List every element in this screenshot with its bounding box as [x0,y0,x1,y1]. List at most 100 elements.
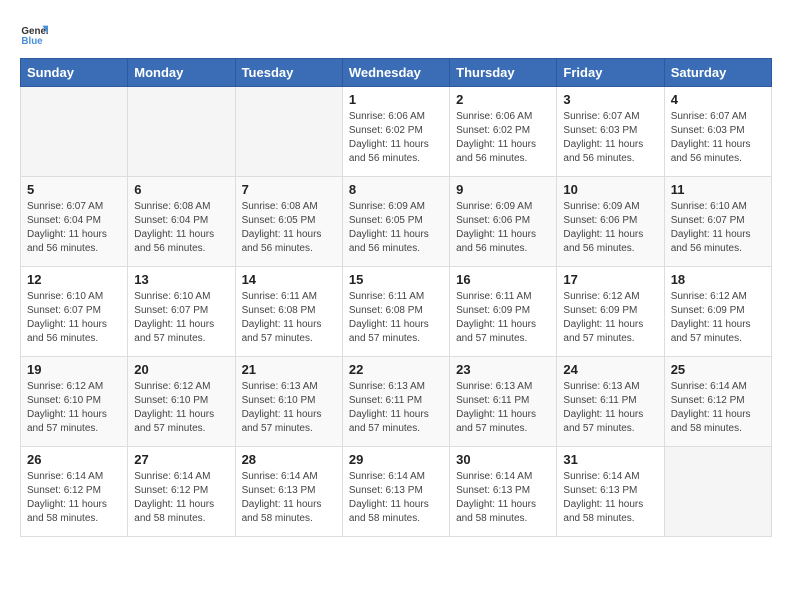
calendar-cell: 17 Sunrise: 6:12 AM Sunset: 6:09 PM Dayli… [557,267,664,357]
calendar-cell: 8 Sunrise: 6:09 AM Sunset: 6:05 PM Daylig… [342,177,449,267]
calendar-cell: 15 Sunrise: 6:11 AM Sunset: 6:08 PM Dayli… [342,267,449,357]
calendar-cell: 19Sunrise: 6:12 AM Sunset: 6:10 PM Dayli… [21,357,128,447]
day-number: 30 [456,452,550,467]
day-info: Sunrise: 6:10 AM Sunset: 6:07 PM Dayligh… [134,290,228,346]
calendar-cell: 30 Sunrise: 6:14 AM Sunset: 6:13 PM Dayli… [450,447,557,537]
day-info: Sunrise: 6:11 AM Sunset: 6:08 PM Dayligh… [349,290,443,346]
day-info: Sunrise: 6:13 AM Sunset: 6:11 PM Dayligh… [456,380,550,436]
calendar-cell: 2 Sunrise: 6:06 AM Sunset: 6:02 PM Daylig… [450,87,557,177]
day-info: Sunrise: 6:06 AM Sunset: 6:02 PM Dayligh… [456,110,550,166]
weekday-wednesday: Wednesday [342,59,449,87]
weekday-thursday: Thursday [450,59,557,87]
calendar-cell: 10 Sunrise: 6:09 AM Sunset: 6:06 PM Dayli… [557,177,664,267]
day-number: 12 [27,272,121,287]
day-number: 15 [349,272,443,287]
calendar-cell: 16 Sunrise: 6:11 AM Sunset: 6:09 PM Dayli… [450,267,557,357]
calendar-cell: 21 Sunrise: 6:13 AM Sunset: 6:10 PM Dayli… [235,357,342,447]
calendar-cell: 18Sunrise: 6:12 AM Sunset: 6:09 PM Dayli… [664,267,771,357]
day-info: Sunrise: 6:14 AM Sunset: 6:13 PM Dayligh… [349,470,443,526]
day-number: 23 [456,362,550,377]
day-info: Sunrise: 6:14 AM Sunset: 6:12 PM Dayligh… [671,380,765,436]
calendar-cell [235,87,342,177]
svg-text:Blue: Blue [21,36,43,47]
calendar-cell: 22 Sunrise: 6:13 AM Sunset: 6:11 PM Dayli… [342,357,449,447]
day-number: 7 [242,182,336,197]
calendar-cell: 9 Sunrise: 6:09 AM Sunset: 6:06 PM Daylig… [450,177,557,267]
day-number: 13 [134,272,228,287]
day-info: Sunrise: 6:14 AM Sunset: 6:13 PM Dayligh… [242,470,336,526]
day-info: Sunrise: 6:08 AM Sunset: 6:05 PM Dayligh… [242,200,336,256]
calendar-cell: 31 Sunrise: 6:14 AM Sunset: 6:13 PM Dayli… [557,447,664,537]
day-number: 16 [456,272,550,287]
day-number: 25 [671,362,765,377]
day-info: Sunrise: 6:07 AM Sunset: 6:03 PM Dayligh… [563,110,657,166]
day-info: Sunrise: 6:09 AM Sunset: 6:06 PM Dayligh… [563,200,657,256]
weekday-saturday: Saturday [664,59,771,87]
day-number: 29 [349,452,443,467]
day-number: 20 [134,362,228,377]
day-info: Sunrise: 6:13 AM Sunset: 6:11 PM Dayligh… [563,380,657,436]
day-info: Sunrise: 6:07 AM Sunset: 6:04 PM Dayligh… [27,200,121,256]
calendar-cell: 7 Sunrise: 6:08 AM Sunset: 6:05 PM Daylig… [235,177,342,267]
day-number: 21 [242,362,336,377]
day-info: Sunrise: 6:12 AM Sunset: 6:09 PM Dayligh… [563,290,657,346]
weekday-header-row: SundayMondayTuesdayWednesdayThursdayFrid… [21,59,772,87]
day-number: 6 [134,182,228,197]
calendar-cell: 28Sunrise: 6:14 AM Sunset: 6:13 PM Dayli… [235,447,342,537]
day-number: 1 [349,92,443,107]
calendar-cell [664,447,771,537]
day-number: 10 [563,182,657,197]
calendar-week-5: 26 Sunrise: 6:14 AM Sunset: 6:12 PM Dayli… [21,447,772,537]
day-info: Sunrise: 6:11 AM Sunset: 6:09 PM Dayligh… [456,290,550,346]
calendar-cell: 27Sunrise: 6:14 AM Sunset: 6:12 PM Dayli… [128,447,235,537]
day-number: 26 [27,452,121,467]
day-info: Sunrise: 6:12 AM Sunset: 6:09 PM Dayligh… [671,290,765,346]
calendar-week-4: 19Sunrise: 6:12 AM Sunset: 6:10 PM Dayli… [21,357,772,447]
header: General Blue [20,20,772,48]
calendar-cell [21,87,128,177]
calendar-week-2: 5 Sunrise: 6:07 AM Sunset: 6:04 PM Daylig… [21,177,772,267]
day-info: Sunrise: 6:09 AM Sunset: 6:06 PM Dayligh… [456,200,550,256]
day-info: Sunrise: 6:07 AM Sunset: 6:03 PM Dayligh… [671,110,765,166]
day-info: Sunrise: 6:08 AM Sunset: 6:04 PM Dayligh… [134,200,228,256]
calendar-cell: 13 Sunrise: 6:10 AM Sunset: 6:07 PM Dayli… [128,267,235,357]
day-number: 2 [456,92,550,107]
day-number: 9 [456,182,550,197]
day-info: Sunrise: 6:14 AM Sunset: 6:13 PM Dayligh… [456,470,550,526]
calendar-cell: 14 Sunrise: 6:11 AM Sunset: 6:08 PM Dayli… [235,267,342,357]
day-info: Sunrise: 6:14 AM Sunset: 6:13 PM Dayligh… [563,470,657,526]
calendar-cell: 29 Sunrise: 6:14 AM Sunset: 6:13 PM Dayli… [342,447,449,537]
day-info: Sunrise: 6:14 AM Sunset: 6:12 PM Dayligh… [27,470,121,526]
calendar-cell: 23 Sunrise: 6:13 AM Sunset: 6:11 PM Dayli… [450,357,557,447]
day-info: Sunrise: 6:13 AM Sunset: 6:10 PM Dayligh… [242,380,336,436]
calendar-cell: 20Sunrise: 6:12 AM Sunset: 6:10 PM Dayli… [128,357,235,447]
day-number: 11 [671,182,765,197]
calendar-table: SundayMondayTuesdayWednesdayThursdayFrid… [20,58,772,537]
calendar-body: 1 Sunrise: 6:06 AM Sunset: 6:02 PM Daylig… [21,87,772,537]
weekday-tuesday: Tuesday [235,59,342,87]
calendar-cell: 24 Sunrise: 6:13 AM Sunset: 6:11 PM Dayli… [557,357,664,447]
calendar-week-3: 12 Sunrise: 6:10 AM Sunset: 6:07 PM Dayli… [21,267,772,357]
day-number: 14 [242,272,336,287]
day-info: Sunrise: 6:10 AM Sunset: 6:07 PM Dayligh… [27,290,121,346]
day-number: 31 [563,452,657,467]
day-number: 8 [349,182,443,197]
calendar-cell: 3Sunrise: 6:07 AM Sunset: 6:03 PM Daylig… [557,87,664,177]
calendar-cell: 11 Sunrise: 6:10 AM Sunset: 6:07 PM Dayli… [664,177,771,267]
day-info: Sunrise: 6:11 AM Sunset: 6:08 PM Dayligh… [242,290,336,346]
day-number: 22 [349,362,443,377]
day-info: Sunrise: 6:09 AM Sunset: 6:05 PM Dayligh… [349,200,443,256]
calendar-cell: 6 Sunrise: 6:08 AM Sunset: 6:04 PM Daylig… [128,177,235,267]
day-info: Sunrise: 6:12 AM Sunset: 6:10 PM Dayligh… [27,380,121,436]
calendar-cell: 25 Sunrise: 6:14 AM Sunset: 6:12 PM Dayli… [664,357,771,447]
calendar-cell [128,87,235,177]
day-info: Sunrise: 6:13 AM Sunset: 6:11 PM Dayligh… [349,380,443,436]
day-info: Sunrise: 6:14 AM Sunset: 6:12 PM Dayligh… [134,470,228,526]
day-number: 5 [27,182,121,197]
calendar-header: SundayMondayTuesdayWednesdayThursdayFrid… [21,59,772,87]
day-number: 4 [671,92,765,107]
day-number: 24 [563,362,657,377]
calendar-cell: 5 Sunrise: 6:07 AM Sunset: 6:04 PM Daylig… [21,177,128,267]
day-number: 17 [563,272,657,287]
day-info: Sunrise: 6:10 AM Sunset: 6:07 PM Dayligh… [671,200,765,256]
